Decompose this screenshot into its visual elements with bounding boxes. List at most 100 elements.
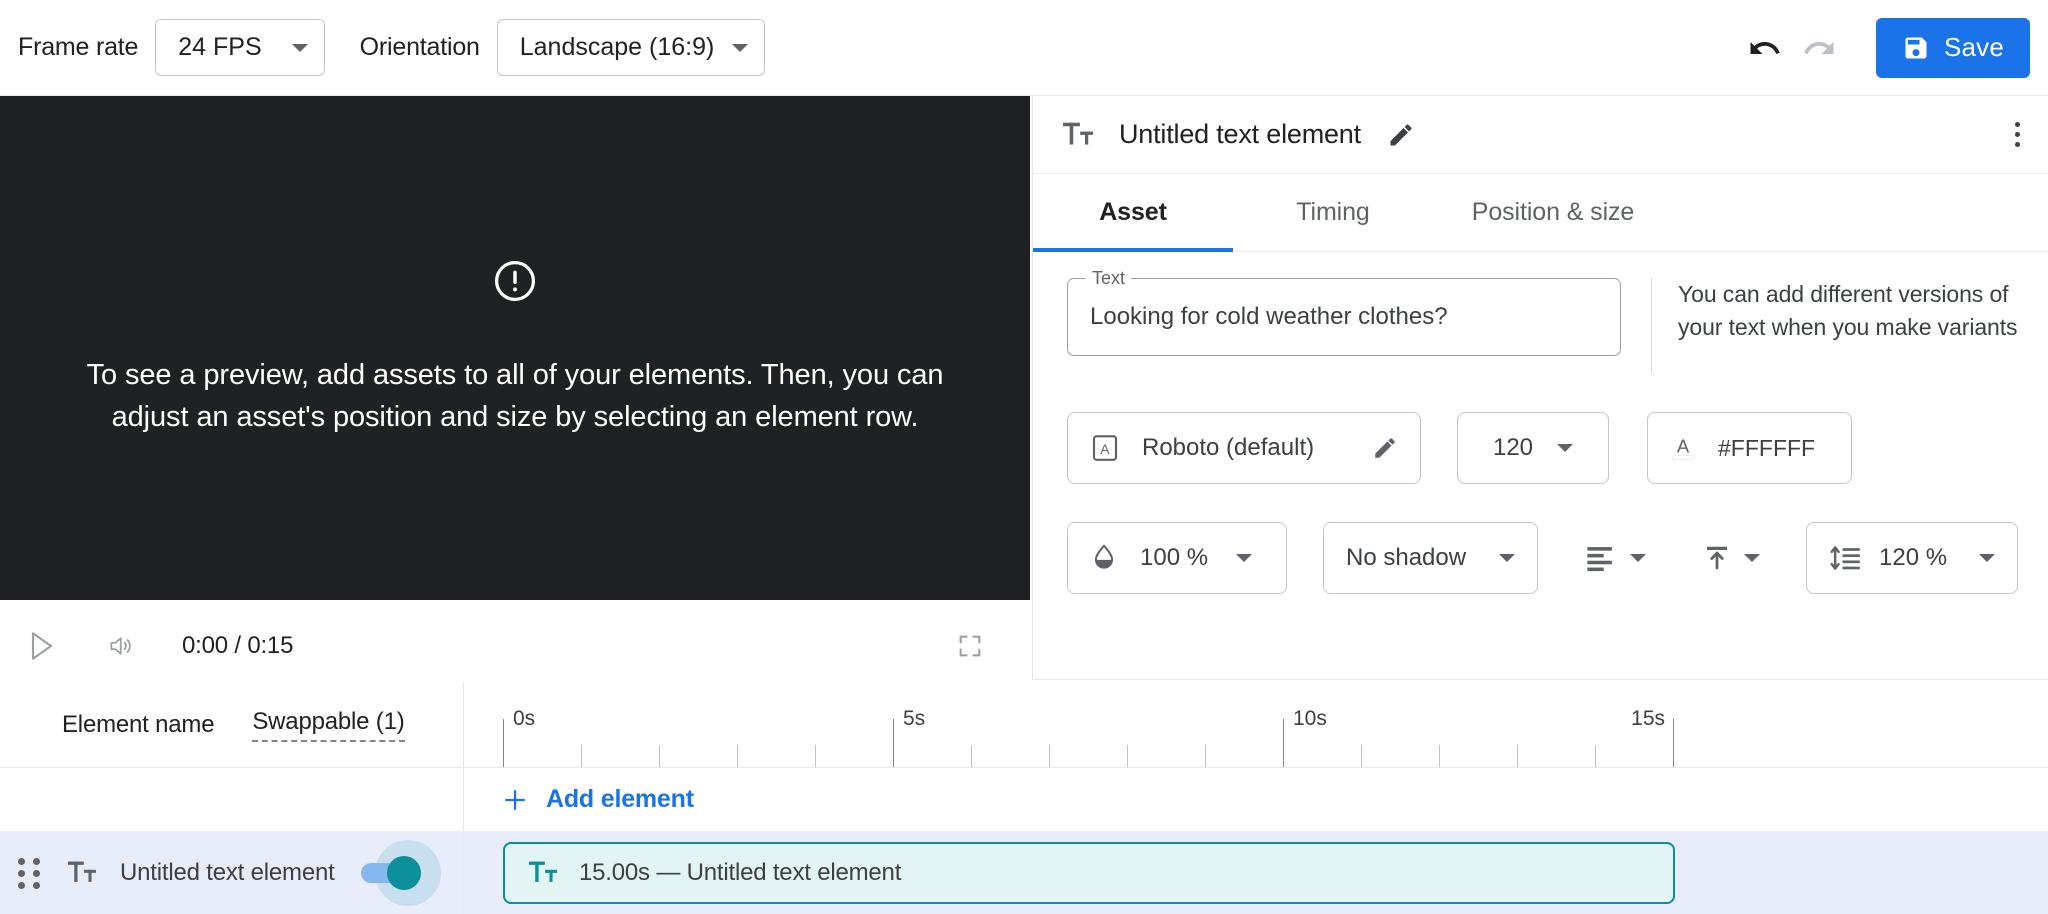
chevron-down-icon — [1979, 554, 1995, 562]
text-align-select[interactable] — [1574, 522, 1656, 594]
play-icon — [31, 631, 53, 660]
add-element-bar: Add element — [464, 768, 2048, 832]
timeline-track-area[interactable]: 15.00s — Untitled text element — [464, 832, 2048, 914]
timeline-clip[interactable]: 15.00s — Untitled text element — [503, 842, 1675, 904]
text-format-icon — [529, 861, 557, 882]
ruler-label-0s: 0s — [513, 707, 536, 730]
frame-rate-select[interactable]: 24 FPS — [155, 19, 325, 76]
ruler-tick-minor — [1439, 745, 1440, 767]
line-height-icon — [1830, 546, 1860, 570]
add-element-label: Add element — [546, 785, 694, 813]
fullscreen-icon — [959, 635, 981, 656]
timeline-left-filler — [0, 768, 464, 832]
save-button[interactable]: Save — [1875, 17, 2030, 78]
ruler-tick-10s — [1283, 719, 1284, 767]
svg-text:A: A — [1100, 442, 1110, 457]
orientation-value: Landscape (16:9) — [519, 33, 715, 61]
element-type-icon-wrap — [66, 859, 98, 887]
column-header-swappable[interactable]: Swappable (1) — [252, 708, 405, 742]
video-editor-app: Frame rate 24 FPS Orientation Landscape … — [0, 0, 2048, 914]
ruler-tick-minor — [1517, 745, 1518, 767]
font-edit-button[interactable] — [1372, 435, 1398, 461]
text-format-icon — [1063, 122, 1093, 145]
style-controls-row: 100 % No shadow 120 % — [1067, 522, 2018, 594]
fullscreen-button[interactable] — [944, 620, 996, 672]
text-input-value: Looking for cold weather clothes? — [1090, 303, 1448, 330]
line-height-value: 120 % — [1879, 544, 1948, 571]
element-properties-panel: Untitled text element Asset Timing Posit… — [1032, 96, 2048, 680]
font-controls-row: A Roboto (default) 120 A #FFFFFF — [1067, 412, 2018, 484]
pencil-icon — [1375, 438, 1395, 458]
chevron-down-icon — [1744, 554, 1760, 562]
ruler-tick-minor — [581, 745, 582, 767]
volume-up-icon — [110, 636, 131, 655]
variants-hint-wrap: You can add different versions of your t… — [1651, 278, 2018, 374]
chevron-down-icon — [1557, 444, 1574, 452]
exclamation-circle-icon — [494, 261, 536, 302]
drag-handle-icon[interactable] — [18, 857, 40, 889]
swappable-toggle[interactable] — [360, 840, 441, 906]
top-toolbar: Frame rate 24 FPS Orientation Landscape … — [0, 0, 2048, 96]
timeline-ruler[interactable]: 0s 5s 10s 15s — [464, 682, 2048, 768]
clip-type-icon-wrap — [527, 859, 559, 887]
ruler-tick-minor — [1361, 745, 1362, 767]
font-family-value: Roboto (default) — [1142, 434, 1315, 461]
volume-button[interactable] — [96, 620, 148, 672]
panel-title: Untitled text element — [1119, 119, 1361, 149]
preview-empty-message: To see a preview, add assets to all of y… — [86, 359, 944, 433]
play-button[interactable] — [16, 620, 68, 672]
redo-button[interactable] — [1792, 20, 1848, 76]
ruler-tick-minor — [1049, 745, 1050, 767]
text-input-label: Text — [1086, 268, 1132, 289]
ruler-label-5s: 5s — [903, 707, 926, 730]
shadow-select[interactable]: No shadow — [1323, 522, 1538, 594]
redo-icon — [1804, 41, 1834, 54]
element-list-row[interactable]: Untitled text element — [0, 832, 464, 914]
align-left-icon — [1587, 547, 1612, 572]
frame-rate-label: Frame rate — [18, 33, 139, 61]
tab-asset[interactable]: Asset — [1033, 174, 1233, 252]
panel-header: Untitled text element — [1033, 96, 2048, 174]
variants-hint: You can add different versions of your t… — [1678, 281, 2018, 341]
opacity-value: 100 % — [1140, 544, 1209, 571]
save-button-label: Save — [1943, 32, 2004, 62]
text-input[interactable]: Text Looking for cold weather clothes? — [1067, 268, 1621, 356]
ruler-label-15s: 15s — [1631, 707, 1665, 730]
vertical-align-top-icon — [1707, 546, 1727, 570]
font-size-select[interactable]: 120 — [1457, 412, 1609, 484]
more-vert-icon — [2015, 132, 2020, 137]
tab-position-size[interactable]: Position & size — [1433, 174, 1673, 251]
ruler-tick-0s — [503, 719, 504, 767]
undo-button[interactable] — [1736, 20, 1792, 76]
pencil-icon — [1390, 124, 1412, 145]
warning-icon-wrap — [492, 258, 538, 309]
ruler-tick-minor — [1127, 745, 1128, 767]
orientation-label: Orientation — [359, 33, 480, 61]
add-element-button[interactable]: Add element — [502, 785, 694, 814]
font-family-button[interactable]: A Roboto (default) — [1067, 412, 1421, 484]
player-time: 0:00 / 0:15 — [182, 631, 294, 659]
font-box-icon: A — [1092, 435, 1118, 461]
chevron-down-icon — [1236, 554, 1253, 562]
rename-element-button[interactable] — [1387, 121, 1415, 149]
plus-icon — [505, 789, 525, 810]
element-row-name: Untitled text element — [120, 859, 335, 886]
frame-rate-value: 24 FPS — [178, 33, 262, 61]
timeline-column-headers: Element name Swappable (1) — [0, 682, 464, 768]
line-height-select[interactable]: 120 % — [1806, 522, 2018, 594]
panel-more-button[interactable] — [2005, 112, 2030, 157]
preview-canvas: To see a preview, add assets to all of y… — [0, 96, 1030, 600]
svg-text:A: A — [1677, 436, 1690, 457]
opacity-select[interactable]: 100 % — [1067, 522, 1287, 594]
undo-icon — [1750, 41, 1780, 54]
text-color-button[interactable]: A #FFFFFF — [1647, 412, 1852, 484]
font-size-value: 120 — [1492, 434, 1534, 461]
ruler-tick-5s — [893, 719, 894, 767]
vertical-align-select[interactable] — [1692, 522, 1770, 594]
orientation-select[interactable]: Landscape (16:9) — [496, 19, 766, 76]
tab-position-size-label: Position & size — [1471, 198, 1635, 226]
chevron-down-icon — [732, 43, 749, 52]
panel-body: Text Looking for cold weather clothes? Y… — [1033, 252, 2048, 594]
tab-timing[interactable]: Timing — [1233, 174, 1433, 251]
more-vert-icon — [2015, 142, 2020, 147]
